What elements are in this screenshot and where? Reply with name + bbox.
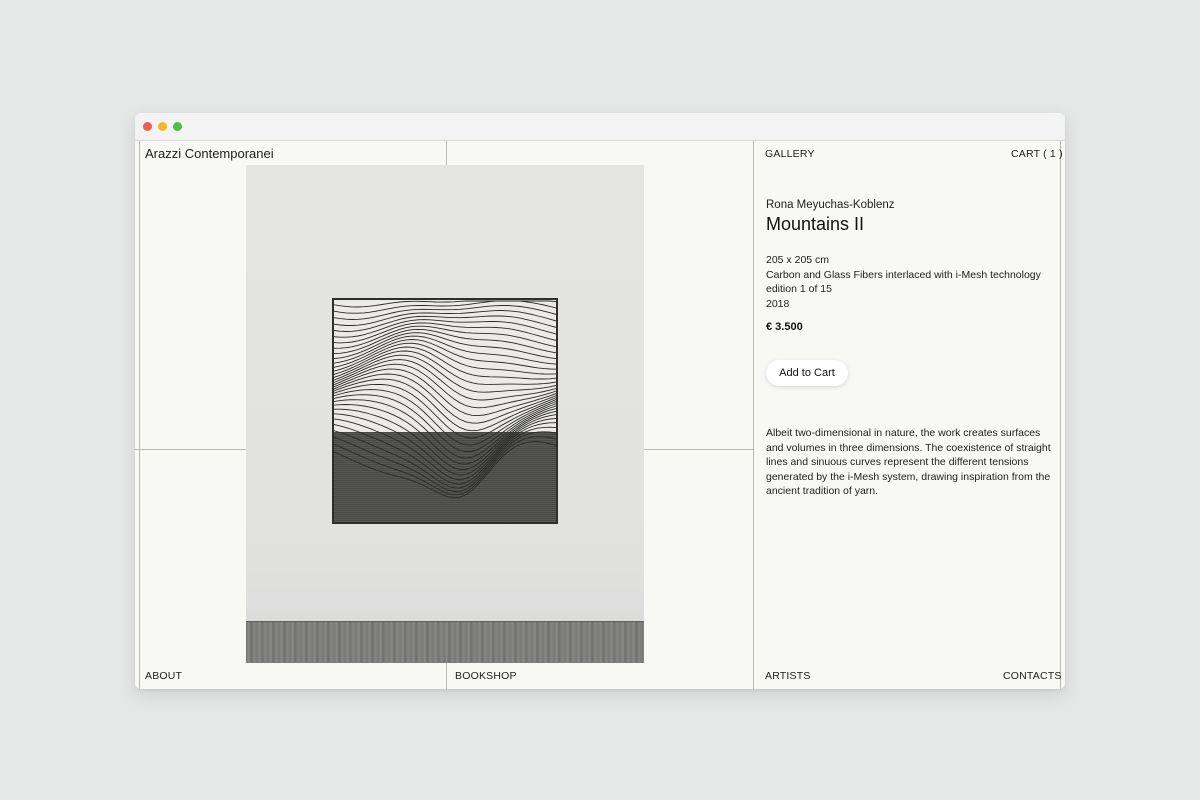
nav-about[interactable]: ABOUT [145,670,182,682]
nav-bookshop[interactable]: BOOKSHOP [455,670,517,682]
window-titlebar [135,113,1065,141]
artwork-dimensions: 205 x 205 cm [766,254,830,266]
gallery-floor [246,621,644,663]
artwork-material: Carbon and Glass Fibers interlaced with … [766,268,1041,281]
artwork-tapestry-image [332,298,558,524]
grid-rule-left [139,141,140,689]
browser-window: Arazzi Contemporanei GALLERY CART ( 1 ) … [135,113,1065,689]
maximize-window-button[interactable] [173,122,182,131]
artwork-price: € 3.500 [766,321,803,333]
artwork-year: 2018 [766,297,790,310]
nav-gallery[interactable]: GALLERY [765,148,815,160]
product-page: Arazzi Contemporanei GALLERY CART ( 1 ) … [135,141,1065,689]
artwork-title: Mountains II [766,214,865,234]
tapestry-pattern [334,300,556,522]
grid-rule-right [753,141,754,689]
add-to-cart-button[interactable]: Add to Cart [766,360,848,386]
site-logo[interactable]: Arazzi Contemporanei [145,146,274,161]
minimize-window-button[interactable] [158,122,167,131]
grid-rule-edge [1060,141,1061,689]
artwork-edition: edition 1 of 15 [766,283,832,295]
nav-cart[interactable]: CART ( 1 ) [1011,148,1063,160]
close-window-button[interactable] [143,122,152,131]
nav-contacts[interactable]: CONTACTS [1003,670,1062,682]
artist-name[interactable]: Rona Meyuchas-Koblenz [766,199,895,211]
nav-artists[interactable]: ARTISTS [765,670,811,682]
artwork-description: Albeit two-dimensional in nature, the wo… [766,427,1051,497]
artwork-installation-photo [246,165,644,663]
artwork-details: 205 x 205 cm Carbon and Glass Fibers int… [766,253,1041,311]
